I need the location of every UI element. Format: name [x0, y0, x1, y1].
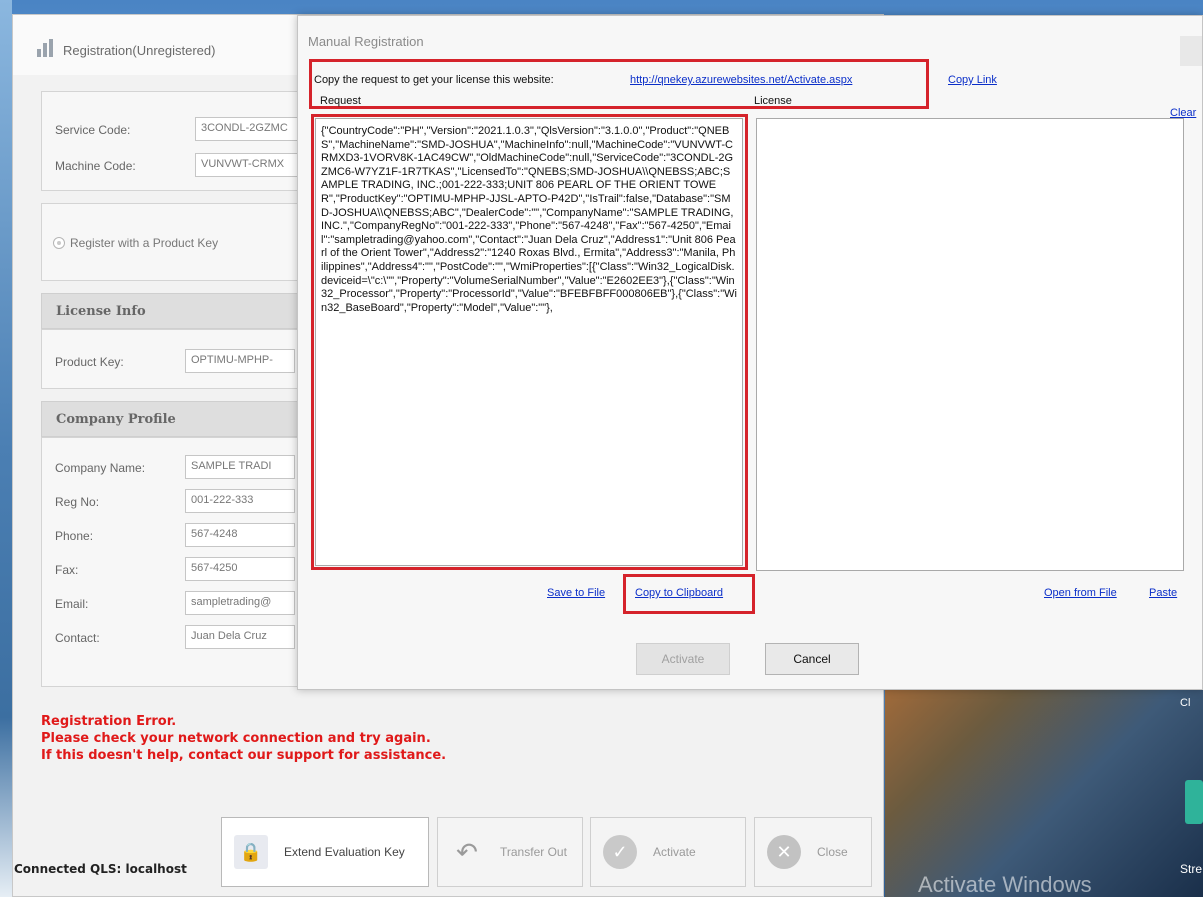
error-line-1: Registration Error. [41, 714, 177, 729]
desktop-app-icon[interactable] [1185, 780, 1203, 824]
dialog-title: Manual Registration [308, 34, 424, 49]
register-product-key-label[interactable]: Register with a Product Key [70, 236, 218, 250]
paste-link[interactable]: Paste [1149, 587, 1177, 599]
close-icon: ✕ [767, 835, 801, 869]
email-label: Email: [55, 597, 89, 611]
app-logo-icon [37, 39, 57, 57]
transfer-out-label: Transfer Out [500, 845, 567, 859]
service-code-field[interactable]: 3CONDL-2GZMC [195, 117, 305, 141]
activate-main-label: Activate [653, 845, 696, 859]
request-column-heading: Request [320, 95, 361, 107]
register-product-key-radio[interactable] [53, 237, 65, 249]
error-line-3: If this doesn't help, contact our suppor… [41, 748, 447, 763]
error-line-2: Please check your network connection and… [41, 731, 431, 746]
activation-url-link[interactable]: http://qnekey.azurewebsites.net/Activate… [630, 74, 852, 86]
save-to-file-link[interactable]: Save to File [547, 587, 605, 599]
fax-field[interactable]: 567-4250 [185, 557, 295, 581]
contact-field[interactable]: Juan Dela Cruz [185, 625, 295, 649]
dialog-activate-button[interactable]: Activate [636, 643, 730, 675]
company-profile-heading: Company Profile [41, 401, 301, 437]
phone-field[interactable]: 567-4248 [185, 523, 295, 547]
copy-link[interactable]: Copy Link [948, 74, 997, 86]
dialog-cancel-button[interactable]: Cancel [765, 643, 859, 675]
product-key-label: Product Key: [55, 355, 124, 369]
open-from-file-link[interactable]: Open from File [1044, 587, 1117, 599]
service-code-label: Service Code: [55, 123, 131, 137]
request-textarea[interactable]: {"CountryCode":"PH","Version":"2021.1.0.… [315, 118, 743, 566]
license-textarea[interactable] [756, 118, 1184, 571]
desktop-background-strip [0, 0, 12, 897]
product-key-field[interactable]: OPTIMU-MPHP- [185, 349, 295, 373]
email-field[interactable]: sampletrading@ [185, 591, 295, 615]
activate-main-button[interactable]: ✓ Activate [590, 817, 746, 887]
desktop-icon-label[interactable]: Stre [1180, 862, 1202, 876]
dialog-close-area[interactable] [1180, 36, 1202, 66]
extend-evaluation-key-button[interactable]: 🔒 Extend Evaluation Key [221, 817, 429, 887]
fax-label: Fax: [55, 563, 79, 577]
license-info-heading: License Info [41, 293, 301, 329]
machine-code-label: Machine Code: [55, 159, 136, 173]
registration-error-message: Registration Error. Please check your ne… [41, 713, 446, 764]
manual-registration-dialog: Manual Registration Copy the request to … [297, 15, 1203, 690]
contact-label: Contact: [55, 631, 100, 645]
transfer-out-button[interactable]: ↶ Transfer Out [437, 817, 583, 887]
undo-arrow-icon: ↶ [456, 836, 478, 867]
registration-title: Registration(Unregistered) [63, 43, 216, 58]
copy-to-clipboard-link[interactable]: Copy to Clipboard [635, 587, 723, 599]
checkmark-icon: ✓ [603, 835, 637, 869]
close-button[interactable]: ✕ Close [754, 817, 872, 887]
activation-watermark: Activate Windows [918, 872, 1092, 897]
license-column-heading: License [754, 95, 792, 107]
reg-no-field[interactable]: 001-222-333 [185, 489, 295, 513]
copy-request-instruction: Copy the request to get your license thi… [314, 74, 554, 86]
lock-document-icon: 🔒 [234, 835, 268, 869]
connection-status: Connected QLS: localhost [14, 862, 187, 876]
machine-code-field[interactable]: VUNVWT-CRMX [195, 153, 305, 177]
company-name-label: Company Name: [55, 461, 146, 475]
reg-no-label: Reg No: [55, 495, 100, 509]
extend-evaluation-key-label: Extend Evaluation Key [284, 845, 405, 859]
phone-label: Phone: [55, 529, 94, 543]
desktop-corner-label: Cl [1180, 697, 1191, 709]
company-name-field[interactable]: SAMPLE TRADI [185, 455, 295, 479]
desktop-wallpaper [885, 690, 1203, 897]
close-label: Close [817, 845, 848, 859]
